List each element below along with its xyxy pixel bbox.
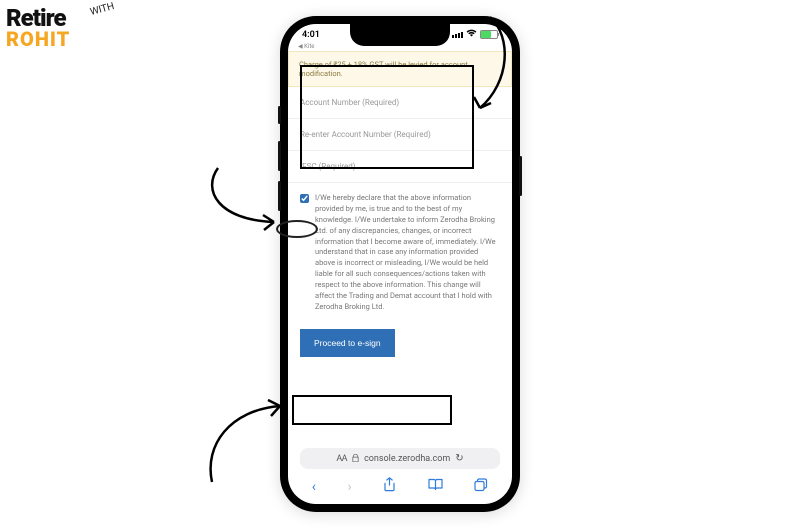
lock-button: [519, 156, 522, 196]
charge-banner: Charge of ₹25 + 18% GST will be levied f…: [288, 51, 512, 87]
reload-icon[interactable]: ↻: [455, 453, 463, 464]
book-icon[interactable]: [428, 478, 443, 495]
lock-icon: [352, 454, 359, 464]
declaration-text: I/We hereby declare that the above infor…: [315, 193, 500, 313]
phone-screen: 4:01 ◀ Kite Charge of ₹25 + 18% GST will…: [288, 24, 512, 504]
ifsc-field[interactable]: IFSC (Required): [288, 151, 512, 183]
retire-with-rohit-logo: Retire ROHIT: [6, 8, 70, 48]
proceed-esign-button[interactable]: Proceed to e-sign: [300, 329, 395, 357]
logo-extra: WITH: [89, 1, 116, 18]
account-number-field[interactable]: Account Number (Required): [288, 87, 512, 119]
declaration-block[interactable]: I/We hereby declare that the above infor…: [288, 183, 512, 323]
url-box[interactable]: AA console.zerodha.com ↻: [300, 448, 500, 469]
battery-icon: [480, 30, 498, 39]
volume-up-button: [278, 141, 281, 171]
notch: [350, 24, 450, 46]
forward-icon: ›: [347, 479, 351, 495]
wifi-icon: [466, 29, 477, 40]
url-text: console.zerodha.com: [364, 454, 450, 464]
field-group: Account Number (Required) Re-enter Accou…: [288, 87, 512, 183]
mute-switch: [278, 106, 281, 124]
declaration-checkbox[interactable]: [300, 194, 309, 203]
phone-frame: 4:01 ◀ Kite Charge of ₹25 + 18% GST will…: [280, 16, 520, 512]
safari-address-bar[interactable]: AA console.zerodha.com ↻: [288, 444, 512, 471]
cell-signal-icon: [452, 32, 463, 38]
aa-button[interactable]: AA: [336, 454, 347, 464]
logo-bottom: ROHIT: [6, 30, 70, 48]
safari-toolbar: ‹ ›: [288, 471, 512, 504]
reenter-account-number-field[interactable]: Re-enter Account Number (Required): [288, 119, 512, 151]
status-time: 4:01: [302, 30, 320, 40]
page-content: Charge of ₹25 + 18% GST will be levied f…: [288, 51, 512, 444]
tabs-icon[interactable]: [474, 478, 488, 496]
volume-down-button: [278, 181, 281, 211]
back-icon[interactable]: ‹: [312, 479, 316, 495]
share-icon[interactable]: [383, 477, 396, 496]
